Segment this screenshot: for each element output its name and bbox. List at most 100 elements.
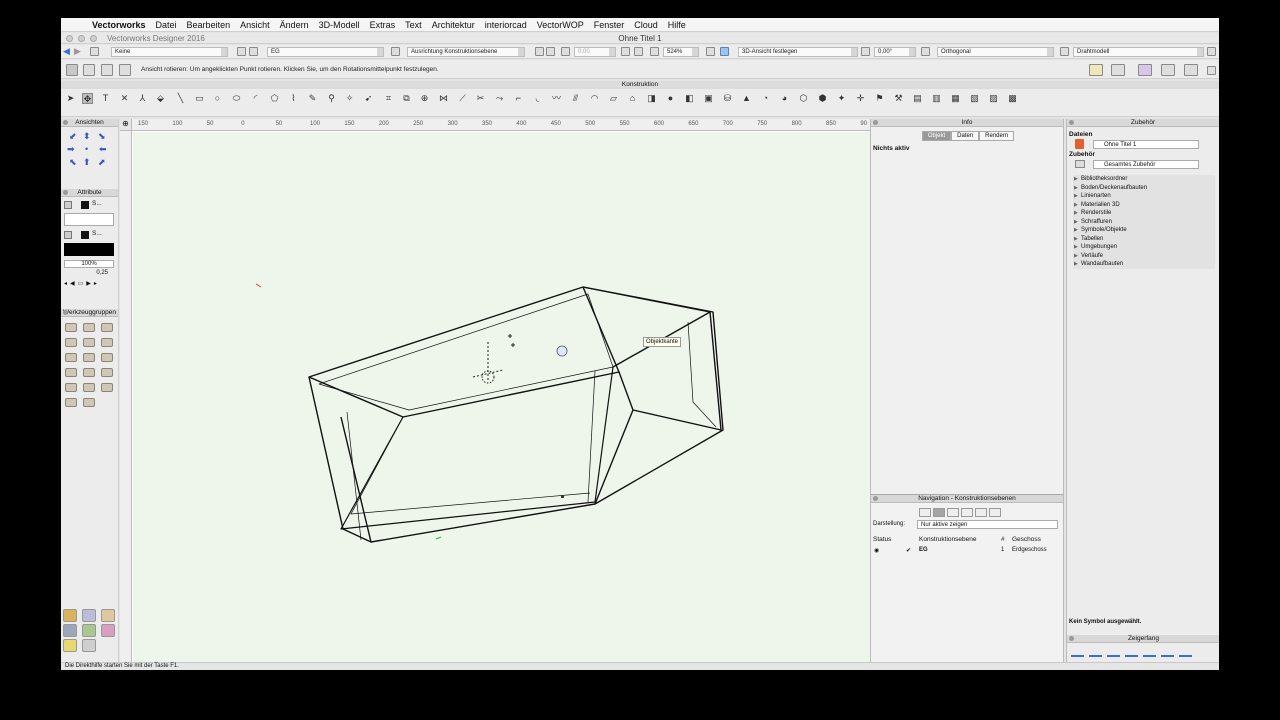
tool-set-14-icon[interactable] — [83, 383, 95, 392]
list-item[interactable]: Materialien 3D — [1073, 200, 1215, 209]
circle-tool-icon[interactable]: ○ — [212, 93, 223, 104]
list-item[interactable]: Wandaufbauten — [1073, 260, 1215, 269]
eye-icon[interactable]: ◉ — [874, 547, 879, 554]
back-arrow-icon[interactable]: ◀ — [63, 47, 72, 56]
fill-preview[interactable] — [64, 213, 114, 226]
drawer-tool-icon[interactable]: ▧ — [969, 93, 980, 104]
flyover-icon[interactable] — [706, 47, 715, 56]
opacity-field[interactable]: 100% — [64, 260, 114, 268]
detail-palette-icon[interactable] — [82, 639, 96, 652]
info-palette-title[interactable]: Info — [871, 119, 1063, 127]
freehand-tool-icon[interactable]: ⌇ — [288, 93, 299, 104]
list-item[interactable]: Bibliotheksordner — [1073, 175, 1215, 184]
menu-hilfe[interactable]: Hilfe — [663, 20, 691, 30]
pen-color-swatch[interactable] — [81, 231, 89, 239]
tool-set-3-icon[interactable] — [101, 323, 113, 332]
col-konstruktionsebene[interactable]: Konstruktionsebene — [919, 536, 976, 543]
render-mode-select[interactable]: Drahtmodell — [1073, 47, 1204, 57]
zoom-fit-icon[interactable] — [634, 47, 643, 56]
menu-datei[interactable]: Datei — [151, 20, 182, 30]
menu-extras[interactable]: Extras — [365, 20, 401, 30]
annotation-palette-icon[interactable] — [63, 639, 77, 652]
hardware-tool-icon[interactable]: ▨ — [988, 93, 999, 104]
mode-bar-overflow-icon[interactable] — [1207, 66, 1216, 75]
selection-tool-icon[interactable]: ➤ — [65, 93, 76, 104]
layer-select[interactable]: EG — [267, 47, 384, 57]
view-bottom-left-icon[interactable]: ⬉ — [69, 157, 77, 168]
attribute-palette-title[interactable]: Attribute — [61, 189, 118, 197]
view-top-icon[interactable]: ⬍ — [83, 131, 91, 142]
list-item[interactable]: Symbole/Objekte — [1073, 226, 1215, 235]
tool-set-5-icon[interactable] — [83, 338, 95, 347]
menu-app-name[interactable]: Vectorworks — [87, 20, 151, 30]
tool-set-9-icon[interactable] — [101, 353, 113, 362]
list-item[interactable]: Schraffuren — [1073, 217, 1215, 226]
zoom-select[interactable]: 524% — [663, 47, 699, 57]
polygon-tool-icon[interactable]: ⬠ — [269, 93, 280, 104]
render-settings-icon[interactable] — [1138, 64, 1152, 76]
text-tool-icon[interactable]: T — [100, 93, 111, 104]
view-front-icon[interactable]: • — [85, 144, 88, 154]
zeigerfang-title[interactable]: Zeigerfang — [1067, 635, 1219, 643]
menu-vectorwop[interactable]: VectorWOP — [532, 20, 589, 30]
active-check-icon[interactable]: ✔ — [906, 547, 911, 554]
zubehor-palette-title[interactable]: Zubehör — [1067, 119, 1219, 127]
list-item[interactable]: Tabellen — [1073, 234, 1215, 243]
menu-text[interactable]: Text — [400, 20, 427, 30]
snapshot-icon[interactable] — [1089, 64, 1103, 76]
rendering-palette-icon[interactable] — [101, 609, 115, 622]
fillet-tool-icon[interactable]: ⌐ — [513, 93, 524, 104]
ruler-origin-icon[interactable]: ⊕ — [120, 119, 132, 131]
landscape-palette-icon[interactable] — [82, 624, 96, 637]
view-bottom-icon[interactable]: ⬆ — [83, 157, 91, 168]
nav-views-icon[interactable] — [947, 508, 959, 517]
shelf-tool-icon[interactable]: ▩ — [1007, 93, 1018, 104]
projection-select[interactable]: Orthogonal — [937, 47, 1054, 57]
dimension-tool-icon[interactable]: ✕ — [119, 93, 130, 104]
tool-set-4-icon[interactable] — [65, 338, 77, 347]
camera-tool-icon[interactable]: ⚑ — [874, 93, 885, 104]
rotate-flyover-mode-icon[interactable] — [101, 64, 113, 76]
tool-set-2-icon[interactable] — [83, 323, 95, 332]
arc-tool-icon[interactable]: ◜ — [250, 93, 261, 104]
menu-bearbeiten[interactable]: Bearbeiten — [182, 20, 236, 30]
plane-dropdown-icon[interactable] — [546, 47, 555, 56]
crosshair-tool-icon[interactable]: ✛ — [855, 93, 866, 104]
menu-fenster[interactable]: Fenster — [589, 20, 630, 30]
wall-tool-icon[interactable]: ⫻ — [570, 93, 581, 104]
rotate-cube-mode-icon[interactable] — [83, 64, 95, 76]
tool-set-8-icon[interactable] — [83, 353, 95, 362]
navigation-palette-title[interactable]: Navigation - Konstruktionsebenen — [871, 495, 1063, 503]
target-tool-icon[interactable]: ⊕ — [419, 93, 430, 104]
slab-tool-icon[interactable]: ▱ — [608, 93, 619, 104]
bar-overflow-icon[interactable] — [1207, 47, 1216, 56]
light-settings-icon[interactable] — [1111, 64, 1125, 76]
nav-sheets-icon[interactable] — [975, 508, 987, 517]
darstellung-select[interactable]: Nur aktive zeigen — [917, 520, 1058, 529]
building-palette-icon[interactable] — [63, 624, 77, 637]
locus-tool-icon[interactable]: ⅄ — [137, 93, 148, 104]
list-item[interactable]: Verläufe — [1073, 251, 1215, 260]
menu-aendern[interactable]: Ändern — [275, 20, 314, 30]
cone-tool-icon[interactable]: ▲ — [741, 93, 752, 104]
werkzeuggruppen-palette-title[interactable]: Werkzeuggruppen — [61, 309, 118, 317]
3d-view-select[interactable]: 3D-Ansicht festlegen — [738, 47, 858, 57]
layer-icon[interactable] — [237, 47, 246, 56]
plane-settings-icon[interactable] — [535, 47, 544, 56]
cube-tool-icon[interactable]: ◧ — [684, 93, 695, 104]
tab-rendern[interactable]: Rendern — [979, 131, 1015, 141]
col-status[interactable]: Status — [873, 536, 891, 543]
snap-object-icon[interactable] — [1089, 646, 1102, 657]
visualization-palette-icon[interactable] — [101, 624, 115, 637]
join-tool-icon[interactable]: ⤳ — [494, 93, 505, 104]
move-tool-icon[interactable]: ➹ — [363, 93, 374, 104]
layer-row-name[interactable]: EG — [919, 547, 928, 553]
paint-tool-icon[interactable]: ⬙ — [155, 93, 166, 104]
sphere-tool-icon[interactable]: ● — [665, 93, 676, 104]
rotate-about-point-mode-icon[interactable] — [66, 64, 78, 76]
hammer-tool-icon[interactable]: ⚒ — [893, 93, 904, 104]
cabinet-tool-icon[interactable]: ▤ — [912, 93, 923, 104]
render-mode-icon[interactable] — [1060, 47, 1069, 56]
box-tool-icon[interactable]: ▣ — [703, 93, 714, 104]
mirror-tool-icon[interactable]: ⋈ — [438, 93, 449, 104]
